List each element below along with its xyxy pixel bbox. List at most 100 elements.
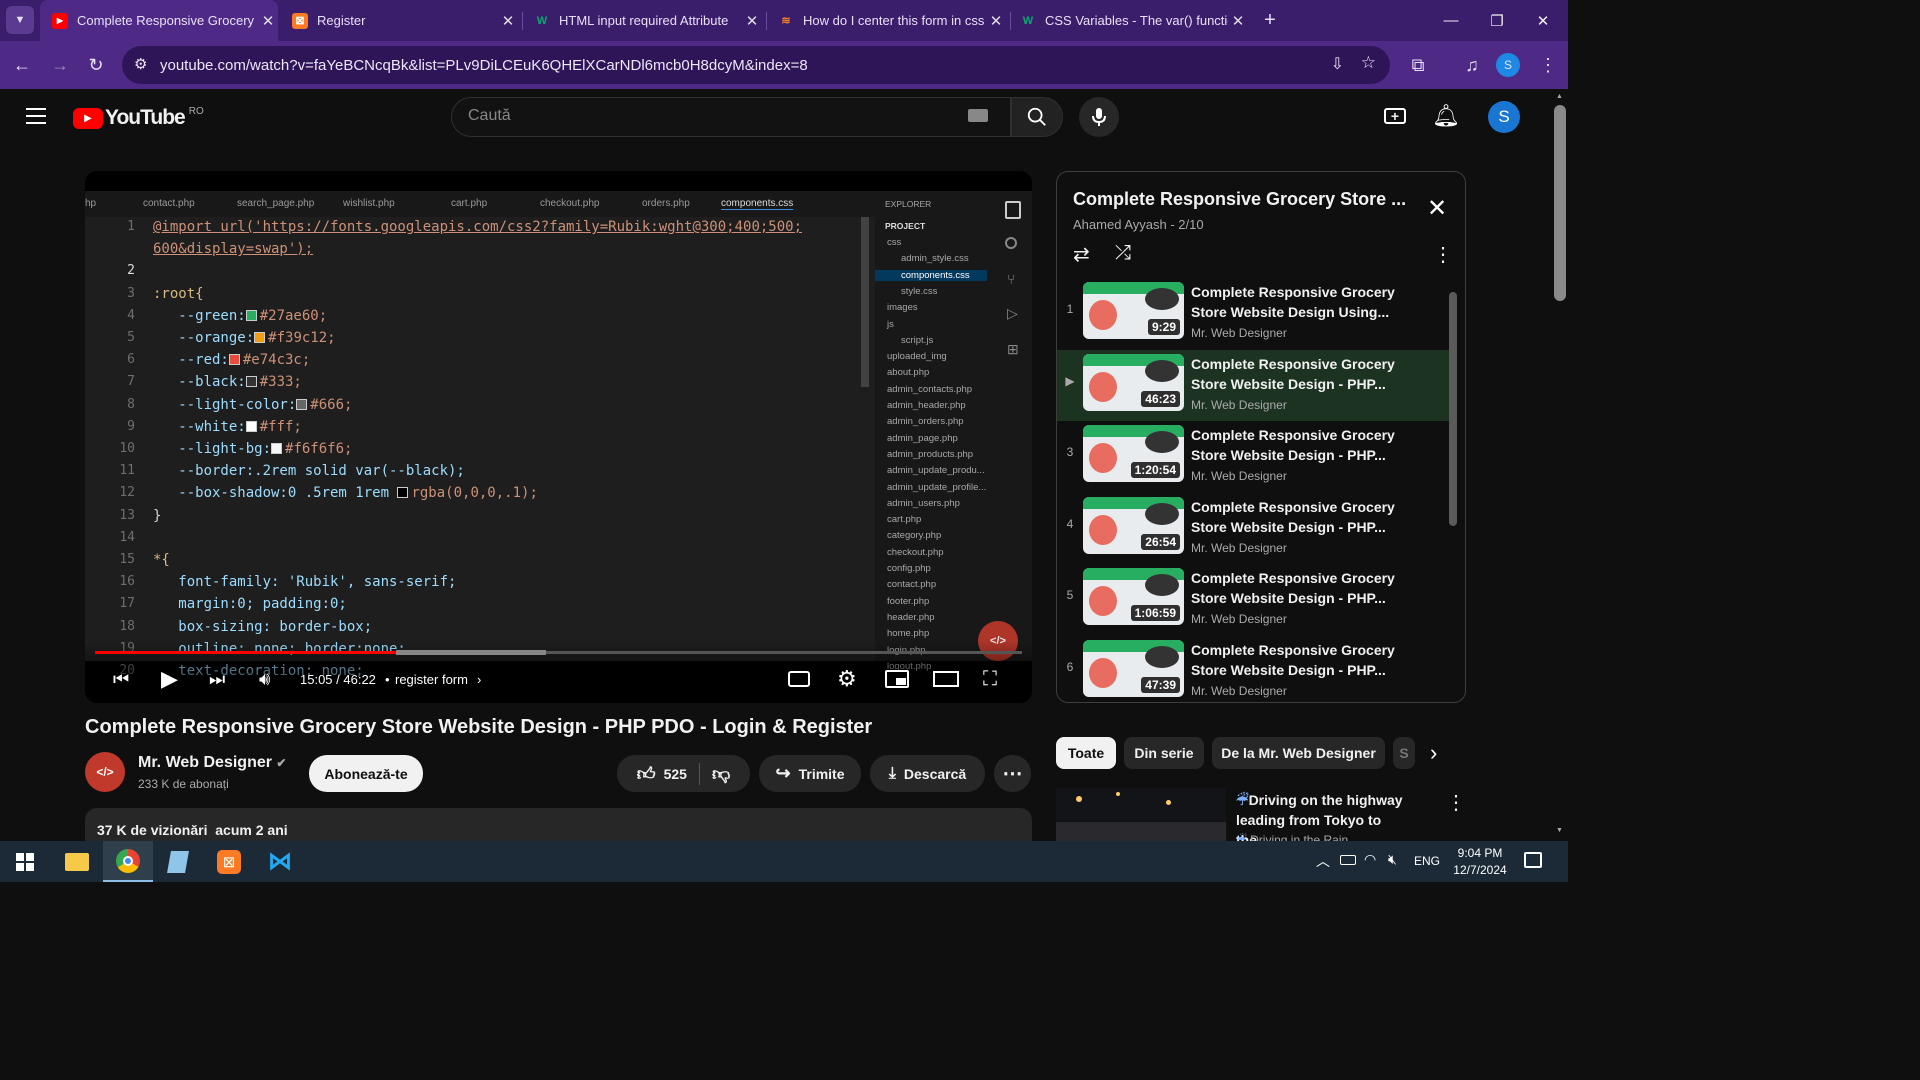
playlist-item[interactable]: 3 1:20:54 Complete Responsive Grocery Stor…: [1057, 421, 1449, 492]
download-button[interactable]: ⤓ Descarcă: [870, 755, 985, 792]
playlist-item-title[interactable]: Complete Responsive Grocery Store Websit…: [1191, 568, 1396, 608]
search-input[interactable]: [468, 107, 948, 125]
dislike-button[interactable]: 👎︎: [700, 763, 742, 785]
close-icon[interactable]: ✕: [742, 12, 762, 30]
playlist-title[interactable]: Complete Responsive Grocery Store ...: [1073, 189, 1406, 210]
subscribe-button[interactable]: Abonează-te: [309, 755, 423, 792]
playlist-menu-icon[interactable]: ⋮: [1433, 242, 1453, 267]
extensions-icon[interactable]: ⧉: [1404, 51, 1432, 79]
chip-all[interactable]: Toate: [1056, 737, 1116, 769]
loop-icon[interactable]: ⇄: [1073, 242, 1090, 267]
video-player[interactable]: hp contact.php search_page.php wishlist.php…: [85, 171, 1032, 703]
share-button[interactable]: ↪ Trimite: [759, 755, 861, 792]
playlist-item-thumbnail[interactable]: 47:39: [1083, 639, 1184, 697]
start-button[interactable]: [0, 841, 50, 882]
like-button[interactable]: 👍︎ 525: [625, 762, 700, 785]
progress-bar[interactable]: [95, 650, 1022, 655]
more-actions-button[interactable]: ⋯: [994, 755, 1031, 792]
bookmark-star-icon[interactable]: ☆: [1361, 53, 1376, 73]
playlist-item-title[interactable]: Complete Responsive Grocery Store Websit…: [1191, 354, 1396, 394]
playlist-item[interactable]: 5 1:06:59 Complete Responsive Grocery Stor…: [1057, 564, 1449, 635]
url-text[interactable]: youtube.com/watch?v=faYeBCNcqBk&list=PLv…: [160, 57, 808, 74]
channel-avatar[interactable]: </>: [85, 752, 125, 792]
vscode-icon[interactable]: ⋈: [255, 841, 305, 882]
theater-mode-icon[interactable]: [933, 665, 959, 693]
playlist-item[interactable]: ▶ 46:23 Complete Responsive Grocery Store …: [1057, 349, 1449, 421]
close-icon[interactable]: ✕: [1228, 12, 1248, 30]
tray-chevron-icon[interactable]: ︿: [1316, 851, 1330, 871]
close-icon[interactable]: ✕: [498, 12, 518, 30]
minimize-button[interactable]: —: [1428, 0, 1474, 41]
playlist-item-thumbnail[interactable]: 9:29: [1083, 282, 1184, 339]
previous-button[interactable]: ⏮: [113, 665, 129, 693]
playlist-item-title[interactable]: Complete Responsive Grocery Store Websit…: [1191, 497, 1396, 537]
notifications-bell-icon[interactable]: 🔔︎: [1432, 103, 1460, 129]
page-scrollbar[interactable]: ▲ ▼: [1552, 89, 1568, 841]
media-control-icon[interactable]: ♫: [1458, 51, 1486, 79]
chip-from-series[interactable]: Din serie: [1124, 737, 1204, 769]
playlist-item[interactable]: 6 47:39 Complete Responsive Grocery Store …: [1057, 636, 1449, 703]
tab-w3schools-var[interactable]: W CSS Variables - The var() functic ✕: [1012, 0, 1248, 41]
battery-icon[interactable]: [1340, 855, 1356, 865]
create-icon[interactable]: +: [1384, 108, 1406, 124]
tab-register[interactable]: ⊠ Register ✕: [282, 0, 518, 41]
language-indicator[interactable]: ENG: [1414, 854, 1440, 868]
volume-muted-icon[interactable]: 🔇︎: [1388, 851, 1397, 868]
playlist-item-thumbnail[interactable]: 1:20:54: [1083, 425, 1184, 482]
omnibox[interactable]: ⚙ youtube.com/watch?v=faYeBCNcqBk&list=P…: [122, 46, 1390, 84]
tab-youtube[interactable]: ▶ Complete Responsive Grocery S ✕: [40, 0, 278, 41]
shuffle-icon[interactable]: ⤮: [1115, 242, 1131, 265]
recommended-thumbnail[interactable]: [1056, 788, 1226, 841]
chips-next-icon[interactable]: ›: [1430, 740, 1437, 766]
youtube-logo[interactable]: ▶ YouTube RO: [73, 106, 204, 130]
subtitles-icon[interactable]: [788, 665, 810, 693]
playlist-scrollbar[interactable]: [1449, 292, 1457, 526]
chapter-title[interactable]: register form: [395, 665, 468, 693]
playlist-item[interactable]: 4 26:54 Complete Responsive Grocery Store …: [1057, 493, 1449, 564]
browser-menu-icon[interactable]: ⋮: [1534, 51, 1562, 79]
playlist-item-title[interactable]: Complete Responsive Grocery Store Websit…: [1191, 425, 1396, 465]
close-icon[interactable]: ✕: [1427, 194, 1447, 223]
system-clock[interactable]: 9:04 PM 12/7/2024: [1448, 845, 1512, 879]
miniplayer-icon[interactable]: [885, 665, 909, 693]
search-button[interactable]: [1011, 97, 1063, 137]
new-tab-button[interactable]: +: [1256, 6, 1284, 34]
file-explorer-icon[interactable]: [52, 841, 102, 882]
site-info-icon[interactable]: ⚙: [134, 55, 147, 73]
close-icon[interactable]: ✕: [258, 12, 278, 30]
play-button[interactable]: ▶: [161, 665, 178, 693]
playlist-item-thumbnail[interactable]: 1:06:59: [1083, 568, 1184, 625]
playlist-item-title[interactable]: Complete Responsive Grocery Store Websit…: [1191, 640, 1396, 680]
settings-gear-icon[interactable]: ⚙: [837, 665, 857, 693]
voice-search-button[interactable]: [1079, 97, 1119, 137]
keyboard-icon[interactable]: [968, 109, 988, 122]
next-button[interactable]: ⏭: [209, 665, 225, 693]
wifi-icon[interactable]: ◠: [1364, 851, 1376, 868]
playlist-item-thumbnail[interactable]: 26:54: [1083, 496, 1184, 554]
back-button[interactable]: ←: [8, 51, 36, 79]
recommended-menu-icon[interactable]: ⋮: [1446, 790, 1466, 815]
fullscreen-icon[interactable]: ⛶: [983, 665, 997, 693]
account-avatar[interactable]: S: [1488, 101, 1520, 133]
tab-w3schools-required[interactable]: W HTML input required Attribute ✕: [524, 0, 762, 41]
install-app-icon[interactable]: ⇩: [1331, 54, 1344, 74]
channel-name[interactable]: Mr. Web Designer ✔: [138, 754, 286, 772]
chip-from-channel[interactable]: De la Mr. Web Designer: [1212, 737, 1385, 769]
chapter-chevron-icon[interactable]: ›: [477, 665, 481, 693]
notifications-icon[interactable]: [1524, 852, 1542, 868]
tab-stackoverflow[interactable]: ≋ How do I center this form in css ✕: [768, 0, 1006, 41]
menu-icon[interactable]: [26, 108, 46, 124]
playlist-item-title[interactable]: Complete Responsive Grocery Store Websit…: [1191, 282, 1396, 322]
restore-button[interactable]: ❐: [1474, 0, 1520, 41]
chip-more[interactable]: S: [1393, 737, 1415, 769]
playlist-item-thumbnail[interactable]: 46:23: [1083, 353, 1184, 411]
chrome-icon[interactable]: [103, 841, 153, 882]
volume-icon[interactable]: 🔊︎: [259, 665, 270, 693]
page-scroll-thumb[interactable]: [1554, 105, 1566, 301]
xampp-icon[interactable]: ⊠: [204, 841, 254, 882]
forward-button[interactable]: →: [46, 51, 74, 79]
profile-avatar[interactable]: S: [1496, 53, 1520, 77]
tab-search-button[interactable]: ▼: [6, 6, 34, 34]
playlist-item[interactable]: 1 9:29 Complete Responsive Grocery Store W…: [1057, 278, 1449, 349]
close-icon[interactable]: ✕: [986, 12, 1006, 30]
